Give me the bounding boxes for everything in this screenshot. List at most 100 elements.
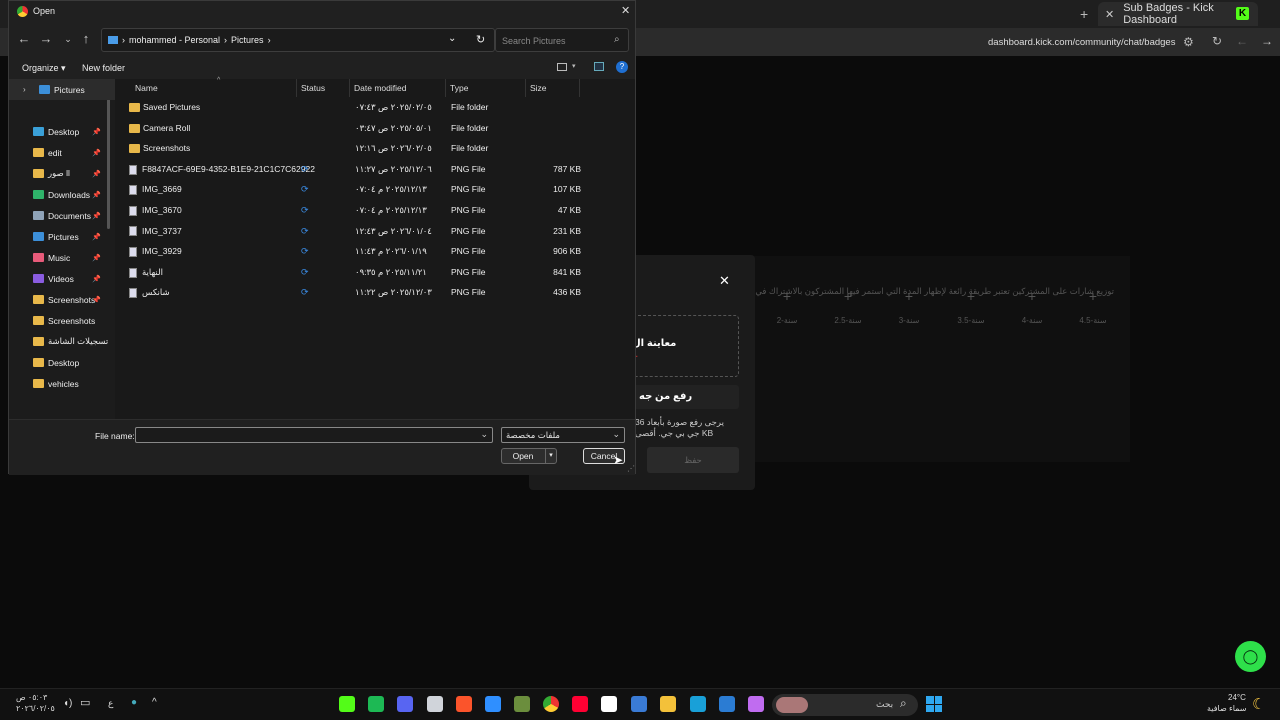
start-button[interactable] bbox=[926, 696, 942, 712]
badge-slot[interactable]: +2.5-سنة bbox=[823, 288, 873, 325]
forward-icon[interactable]: → bbox=[1261, 34, 1273, 48]
chevron-right-icon[interactable]: › bbox=[23, 85, 26, 94]
kick-app-icon[interactable] bbox=[339, 696, 355, 712]
file-row[interactable]: IMG_3670 ⟳ ٢٠٢٥/١٢/١٣ م ٠٧:٠٤ PNG File 47 KB bbox=[115, 201, 585, 221]
volume-icon[interactable]: ◖) bbox=[63, 698, 72, 709]
back-icon[interactable]: ← bbox=[15, 31, 33, 46]
clock-time[interactable]: ٠٥:٠٣ ص bbox=[16, 693, 47, 702]
close-modal-icon[interactable]: ✕ bbox=[719, 273, 730, 289]
discord-icon[interactable] bbox=[397, 696, 413, 712]
nav-item[interactable]: Desktop bbox=[9, 352, 115, 373]
badge-slot[interactable]: +3-سنة bbox=[884, 288, 934, 325]
nav-item[interactable]: Screenshots bbox=[9, 310, 115, 331]
close-tab-icon[interactable]: ✕ bbox=[1105, 8, 1114, 21]
add-badge-icon[interactable]: + bbox=[1007, 288, 1057, 304]
add-badge-icon[interactable]: + bbox=[823, 288, 873, 304]
nav-item[interactable]: Music 📌 bbox=[9, 247, 115, 268]
weather-desc[interactable]: سماء صافية bbox=[1207, 704, 1247, 713]
clock-date[interactable]: ٢٠٢٦/٠٢/٠٥ bbox=[16, 704, 55, 713]
youtube-icon[interactable] bbox=[572, 696, 588, 712]
resize-grip-icon[interactable]: ⋰ bbox=[627, 464, 635, 473]
nav-item[interactable]: Pictures 📌 bbox=[9, 226, 115, 247]
back-icon[interactable]: ← bbox=[1236, 34, 1248, 48]
file-explorer-icon[interactable] bbox=[660, 696, 676, 712]
preview-pane-icon[interactable] bbox=[594, 62, 604, 71]
breadcrumb[interactable]: › mohammed - Personal › Pictures › ⌄ ↻ bbox=[101, 28, 495, 52]
tune-icon[interactable]: ⚙ bbox=[1183, 35, 1194, 49]
store-icon[interactable] bbox=[631, 696, 647, 712]
file-row[interactable]: IMG_3737 ⟳ ٢٠٢٦/٠١/٠٤ ص ١٢:٤٣ PNG File 231 K… bbox=[115, 222, 585, 242]
file-row[interactable]: F8847ACF-69E9-4352-B1E9-21C1C7C62922 ⟳ ٢٠٢… bbox=[115, 160, 585, 180]
column-header-status[interactable]: Status bbox=[297, 79, 350, 97]
file-row[interactable]: النهاية ⟳ ٢٠٢٥/١١/٢١ م ٠٩:٣٥ PNG File 841 KB bbox=[115, 263, 585, 283]
edge-icon[interactable] bbox=[690, 696, 706, 712]
column-header-type[interactable]: Type bbox=[446, 79, 526, 97]
microphone-icon[interactable]: ● bbox=[131, 697, 137, 708]
add-badge-icon[interactable]: + bbox=[762, 288, 812, 304]
tab-kick-dashboard[interactable]: ✕ Sub Badges - Kick Dashboard bbox=[1098, 2, 1258, 26]
language-indicator[interactable]: ع bbox=[108, 698, 113, 709]
help-icon[interactable]: ? bbox=[616, 61, 628, 73]
url-text[interactable]: dashboard.kick.com/community/chat/badges bbox=[988, 37, 1175, 48]
nav-item[interactable]: صور ll 📌 bbox=[9, 163, 115, 184]
view-dropdown-icon[interactable]: ▾ bbox=[572, 62, 576, 70]
badge-slot[interactable]: +2-سنة bbox=[762, 288, 812, 325]
nav-item[interactable]: Downloads 📌 bbox=[9, 184, 115, 205]
view-icon[interactable] bbox=[557, 63, 567, 71]
add-badge-icon[interactable]: + bbox=[946, 288, 996, 304]
new-folder-button[interactable]: New folder bbox=[82, 63, 125, 73]
chevron-down-icon[interactable]: ⌄ bbox=[480, 429, 488, 440]
upload-button[interactable]: رفع من جه bbox=[629, 385, 739, 409]
breadcrumb-item[interactable]: Pictures bbox=[231, 35, 264, 45]
file-row[interactable]: IMG_3669 ⟳ ٢٠٢٥/١٢/١٣ م ٠٧:٠٤ PNG File 107 K… bbox=[115, 180, 585, 200]
close-dialog-icon[interactable]: ✕ bbox=[621, 4, 630, 17]
file-row[interactable]: Screenshots ٢٠٢٦/٠٢/٠٥ ص ١٢:١٦ File folder bbox=[115, 139, 585, 159]
save-button[interactable]: حفظ bbox=[647, 447, 739, 473]
copilot-icon[interactable] bbox=[748, 696, 764, 712]
add-badge-icon[interactable]: + bbox=[1068, 288, 1118, 304]
brave-icon[interactable] bbox=[456, 696, 472, 712]
taskbar-search[interactable]: بحث ⌕ bbox=[772, 694, 918, 716]
nav-item[interactable]: Desktop 📌 bbox=[9, 121, 115, 142]
nav-item[interactable]: vehicles bbox=[9, 373, 115, 394]
breadcrumb-item[interactable]: mohammed - Personal bbox=[129, 35, 220, 45]
file-name-input[interactable]: ⌄ bbox=[135, 427, 493, 443]
minecraft-icon[interactable] bbox=[514, 696, 530, 712]
recent-locations-icon[interactable]: ⌄ bbox=[59, 34, 77, 45]
file-row[interactable]: شانكس ⟳ ٢٠٢٥/١٢/٠٣ ص ١١:٢٢ PNG File 436 KB bbox=[115, 283, 585, 303]
new-tab-icon[interactable]: + bbox=[1080, 6, 1088, 22]
nav-item[interactable]: Videos 📌 bbox=[9, 268, 115, 289]
file-row[interactable]: Saved Pictures ٢٠٢٥/٠٢/٠٥ ص ٠٧:٤٣ File fol… bbox=[115, 98, 585, 118]
spotify-icon[interactable] bbox=[368, 696, 384, 712]
open-dropdown-icon[interactable]: ▾ bbox=[545, 449, 556, 463]
steam-icon[interactable] bbox=[427, 696, 443, 712]
tiktok-icon[interactable] bbox=[601, 696, 617, 712]
refresh-icon[interactable]: ↻ bbox=[476, 33, 485, 46]
column-header-size[interactable]: Size bbox=[526, 79, 580, 97]
chat-support-icon[interactable]: ◯ bbox=[1235, 641, 1266, 672]
nav-item[interactable]: Documents 📌 bbox=[9, 205, 115, 226]
badge-slot[interactable]: +4.5-سنة bbox=[1068, 288, 1118, 325]
app-icon[interactable] bbox=[485, 696, 501, 712]
chevron-down-icon[interactable]: ⌄ bbox=[448, 33, 456, 44]
nav-item[interactable]: Screenshots 📌 bbox=[9, 289, 115, 310]
nav-item[interactable]: › Pictures bbox=[9, 79, 115, 100]
chevron-up-icon[interactable]: ^ bbox=[152, 697, 157, 708]
badge-slot[interactable]: +4-سنة bbox=[1007, 288, 1057, 325]
chrome-icon[interactable] bbox=[543, 696, 559, 712]
search-input[interactable]: Search Pictures ⌕ bbox=[495, 28, 629, 52]
file-row[interactable]: IMG_3929 ⟳ ٢٠٢٦/٠١/١٩ م ١١:٤٣ PNG File 906 K… bbox=[115, 242, 585, 262]
open-button[interactable]: Open ▾ bbox=[501, 448, 557, 464]
badge-slot[interactable]: +3.5-سنة bbox=[946, 288, 996, 325]
outlook-icon[interactable] bbox=[719, 696, 735, 712]
column-header-name[interactable]: Name bbox=[131, 79, 297, 97]
preview-box[interactable]: معاينة ال + bbox=[629, 315, 739, 377]
column-header-date[interactable]: Date modified bbox=[350, 79, 446, 97]
organize-button[interactable]: Organize ▾ bbox=[22, 63, 66, 74]
weather-temp[interactable]: 24°C bbox=[1228, 693, 1246, 702]
nav-item[interactable]: تسجيلات الشاشة bbox=[9, 331, 115, 352]
reload-icon[interactable]: ↻ bbox=[1212, 34, 1222, 48]
nav-item[interactable]: edit 📌 bbox=[9, 142, 115, 163]
network-icon[interactable]: ▭ bbox=[80, 696, 90, 709]
up-icon[interactable]: ↑ bbox=[77, 31, 95, 46]
